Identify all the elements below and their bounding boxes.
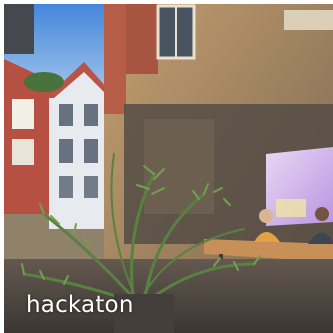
photo [4, 4, 333, 333]
caption: hackaton [26, 292, 134, 318]
photo-illustration [4, 4, 333, 333]
